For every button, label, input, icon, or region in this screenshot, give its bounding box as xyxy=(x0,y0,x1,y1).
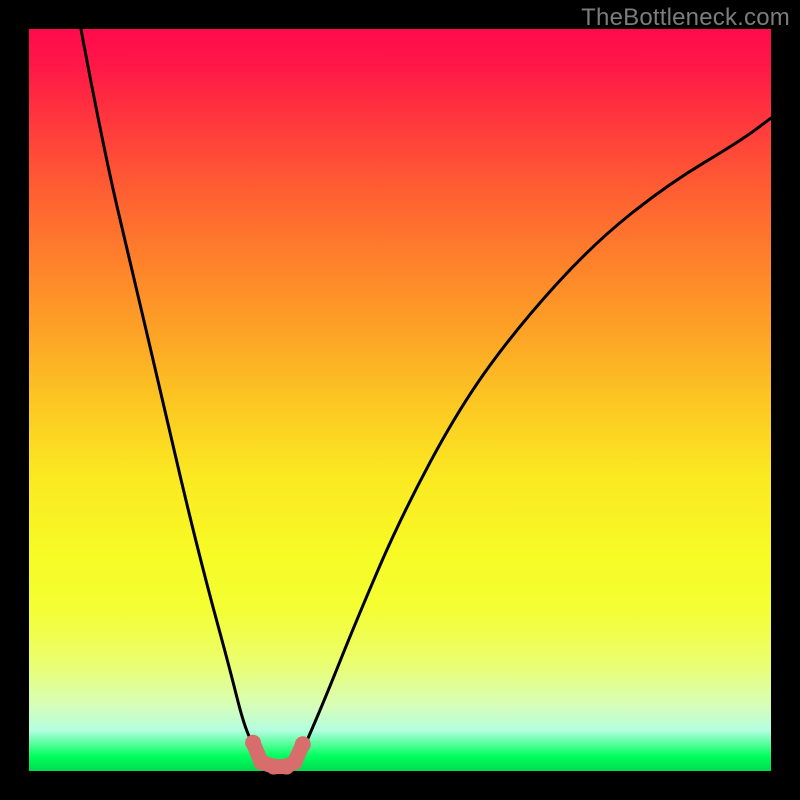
chart-plot-area xyxy=(29,29,771,771)
curve-markers xyxy=(245,735,311,775)
attribution-text: TheBottleneck.com xyxy=(581,4,790,32)
curve-marker xyxy=(287,754,303,770)
chart-svg xyxy=(29,29,771,771)
curve-marker xyxy=(245,735,261,751)
bottleneck-curve xyxy=(81,29,771,767)
curve-marker xyxy=(295,736,311,752)
